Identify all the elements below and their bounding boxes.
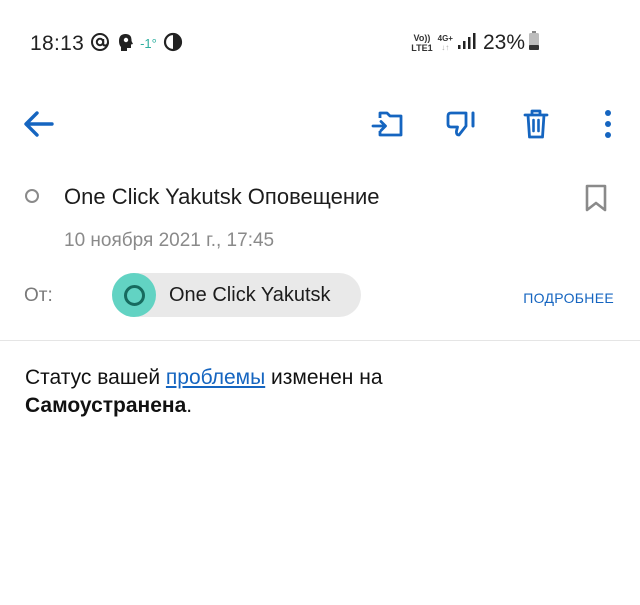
- delete-button[interactable]: [518, 108, 554, 144]
- back-arrow-icon: [22, 110, 54, 143]
- head-icon: [116, 32, 134, 57]
- email-subject: One Click Yakutsk Оповещение: [64, 184, 380, 209]
- header-divider: [0, 340, 640, 341]
- more-options-button[interactable]: [590, 108, 626, 144]
- spam-button[interactable]: [443, 108, 479, 144]
- body-link-problem[interactable]: проблемы: [166, 366, 265, 389]
- from-label: От:: [24, 285, 53, 306]
- data-arrows: ↓↑: [441, 43, 450, 52]
- email-view-screen: 18:13 -1° Vo)) LTE1 4G+ ↓↑ 23% One Click…: [0, 0, 640, 605]
- move-to-folder-icon: [371, 109, 405, 144]
- volte-top: Vo)): [413, 33, 431, 43]
- status-bar-right: Vo)) LTE1 4G+ ↓↑ 23%: [411, 28, 540, 58]
- temperature: -1°: [140, 35, 157, 51]
- volte-indicator: Vo)) LTE1: [411, 33, 432, 53]
- signal-icon: [457, 32, 477, 55]
- email-toolbar: [0, 96, 640, 156]
- at-icon: [90, 32, 110, 57]
- body-status-bold: Самоустранена: [25, 394, 187, 417]
- bookmark-button[interactable]: [583, 183, 609, 213]
- subject-row: One Click Yakutsk Оповещение: [0, 176, 640, 220]
- read-status-indicator[interactable]: [25, 189, 39, 203]
- email-date: 10 ноября 2021 г., 17:45: [64, 230, 275, 251]
- bookmark-icon: [583, 184, 609, 217]
- email-body: Статус вашей проблемы изменен на Самоуст…: [25, 364, 615, 420]
- avatar: [112, 273, 156, 317]
- sender-name: One Click Yakutsk: [169, 284, 331, 306]
- contrast-icon: [163, 32, 183, 57]
- clock: 18:13: [30, 32, 85, 55]
- body-text-part2: изменен на: [265, 366, 383, 389]
- body-text-end: .: [186, 394, 193, 417]
- more-vert-icon: [604, 109, 612, 144]
- status-bar: 18:13 -1° Vo)) LTE1 4G+ ↓↑ 23%: [0, 0, 640, 86]
- network-type-indicator: 4G+ ↓↑: [438, 34, 453, 52]
- avatar-ring-icon: [123, 284, 145, 306]
- volte-bottom: LTE1: [411, 43, 433, 53]
- spam-icon: [444, 109, 478, 144]
- delete-icon: [522, 108, 550, 145]
- details-button[interactable]: ПОДРОБНЕЕ: [523, 290, 614, 306]
- sender-chip[interactable]: One Click Yakutsk: [112, 273, 361, 317]
- status-bar-left: 18:13 -1°: [30, 30, 183, 58]
- battery-percent: 23%: [482, 31, 525, 54]
- back-button[interactable]: [20, 108, 56, 144]
- battery-icon: [528, 30, 540, 56]
- body-text-part1: Статус вашей: [25, 366, 166, 389]
- move-to-folder-button[interactable]: [370, 108, 406, 144]
- network-type: 4G+: [437, 34, 453, 43]
